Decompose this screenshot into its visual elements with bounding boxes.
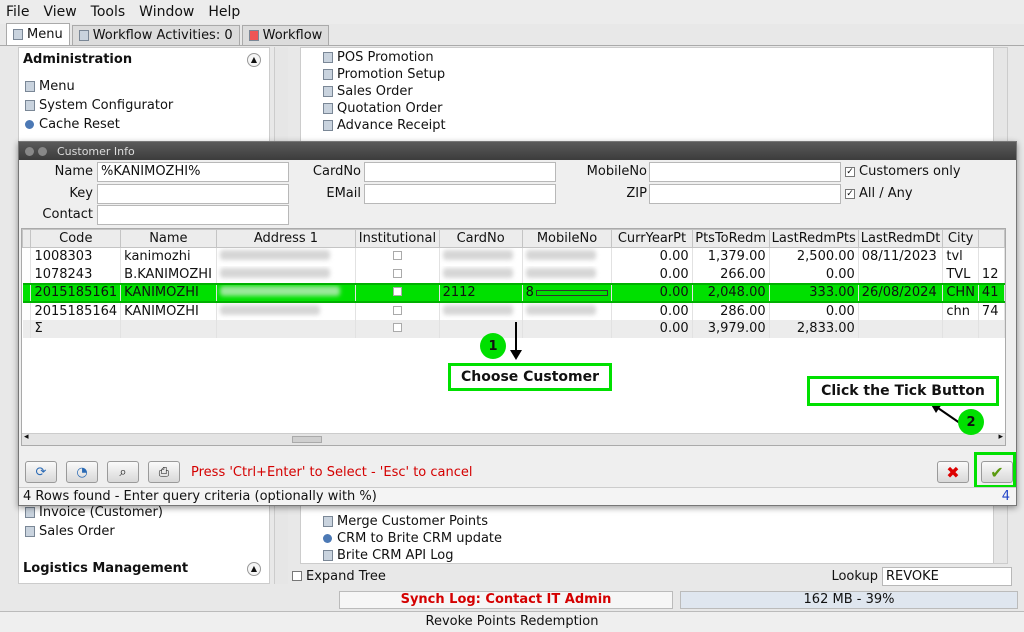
arrow-1-head: [510, 350, 522, 360]
choose-customer-callout: Choose Customer: [448, 363, 612, 391]
annotation-arrows: [510, 322, 971, 431]
app-statusbar: Synch Log: Contact IT Admin 162 MB - 39%: [0, 588, 1024, 610]
window-title-footer: Revoke Points Redemption: [0, 611, 1024, 632]
synch-log-status[interactable]: Synch Log: Contact IT Admin: [339, 591, 673, 609]
click-tick-callout: Click the Tick Button: [807, 376, 999, 406]
step-1-badge: 1: [480, 333, 506, 359]
memory-indicator[interactable]: 162 MB - 39%: [680, 591, 1018, 609]
step-2-badge: 2: [958, 409, 984, 435]
